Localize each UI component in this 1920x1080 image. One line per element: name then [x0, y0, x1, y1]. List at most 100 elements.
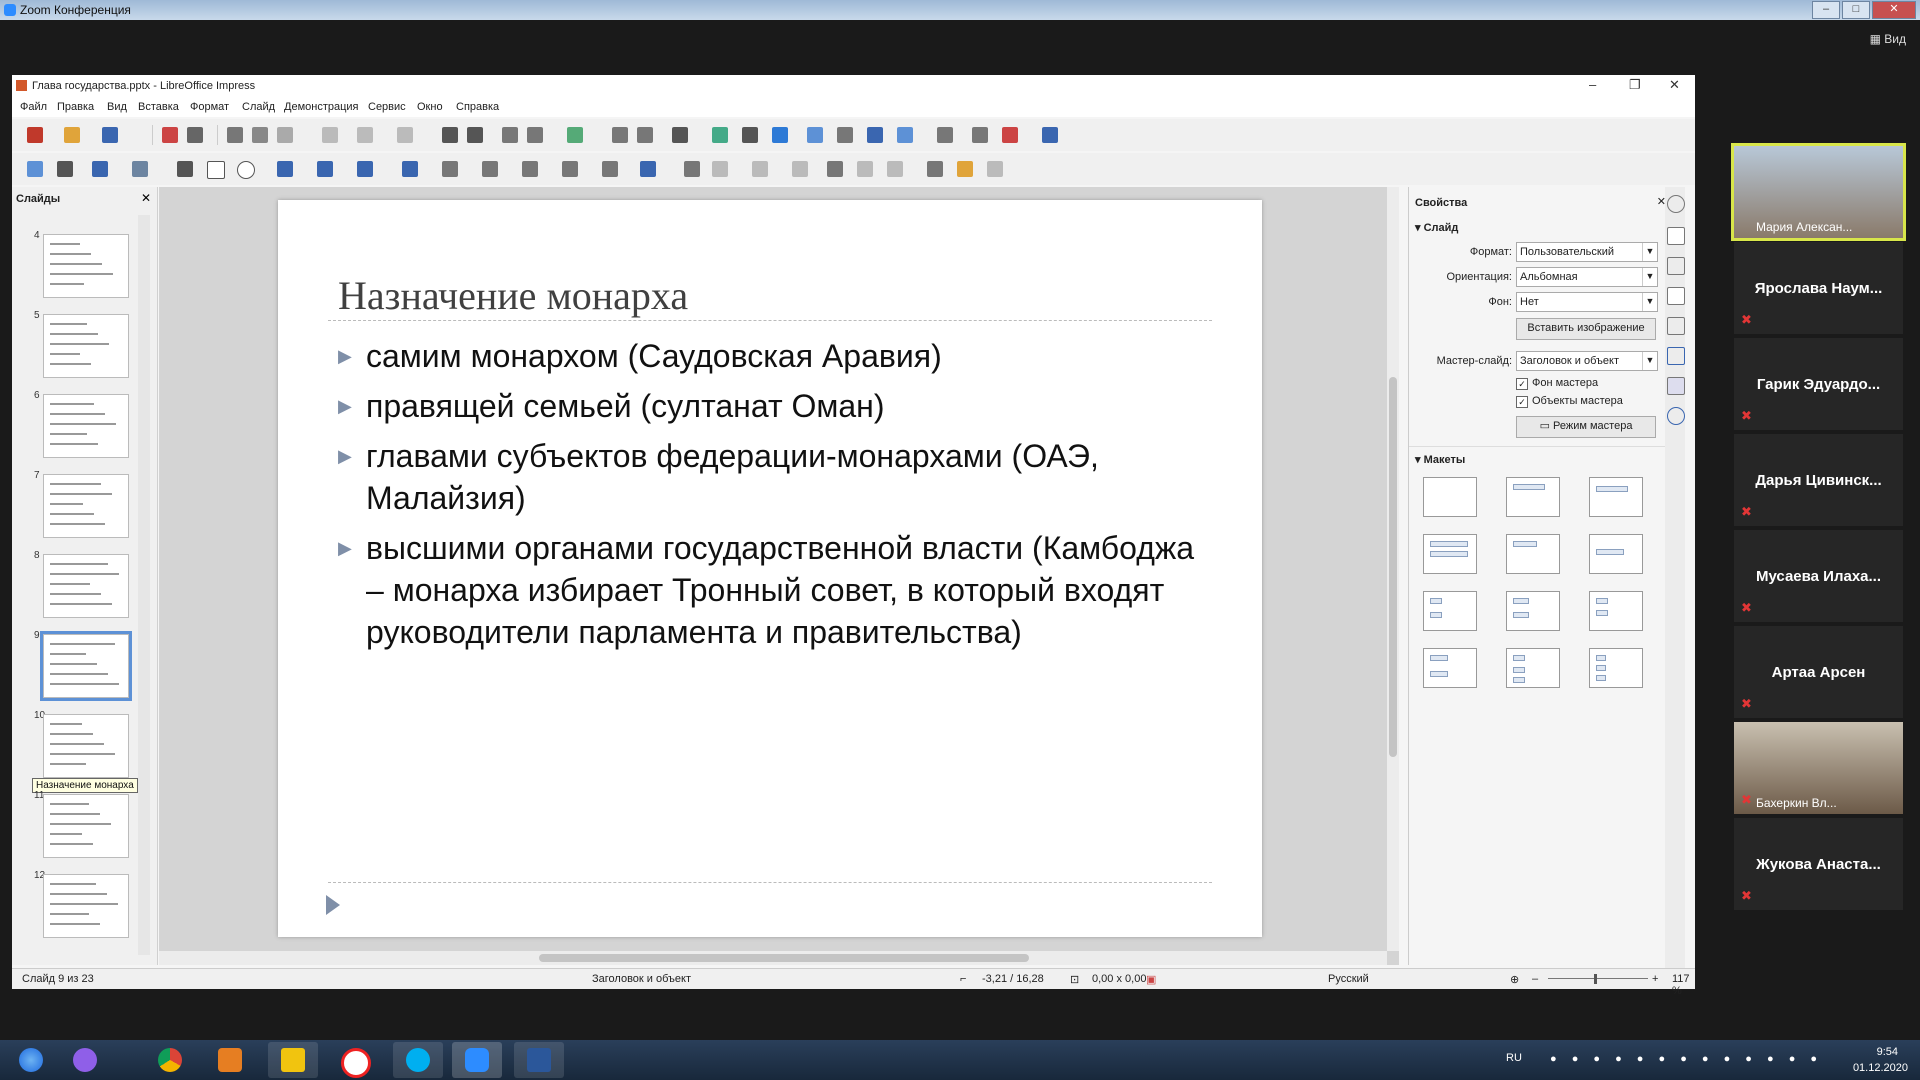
- connectors-icon[interactable]: [357, 161, 373, 177]
- maximize-button[interactable]: □: [1842, 1, 1870, 19]
- show-draw-functions-icon[interactable]: [897, 127, 913, 143]
- slide-content[interactable]: ▶ самим монархом (Саудовская Аравия) ▶ прав…: [338, 335, 1198, 661]
- layout-thumbnail[interactable]: [1506, 477, 1560, 517]
- basic-shapes-icon[interactable]: [402, 161, 418, 177]
- participant-tile[interactable]: Мусаева Илаха... ✖: [1734, 530, 1903, 622]
- undo-icon[interactable]: [357, 127, 373, 143]
- start-show-icon[interactable]: [612, 127, 628, 143]
- open-icon[interactable]: [64, 127, 80, 143]
- section-layouts[interactable]: ▾ Макеты: [1415, 453, 1465, 466]
- filter-icon[interactable]: [887, 161, 903, 177]
- clone-icon[interactable]: [322, 127, 338, 143]
- fill-color-icon[interactable]: [132, 161, 148, 177]
- settings-icon[interactable]: [1667, 195, 1685, 213]
- layout-thumbnail[interactable]: [1506, 648, 1560, 688]
- slide-bullet[interactable]: ▶ самим монархом (Саудовская Аравия): [338, 335, 1198, 377]
- new-icon[interactable]: [27, 127, 43, 143]
- layout-thumbnail[interactable]: [1423, 534, 1477, 574]
- curves-icon[interactable]: [317, 161, 333, 177]
- table-icon[interactable]: [672, 127, 688, 143]
- menu-help[interactable]: Справка: [456, 101, 499, 113]
- horizontal-scrollbar[interactable]: [159, 951, 1387, 965]
- select-icon[interactable]: [27, 161, 43, 177]
- find-replace-icon[interactable]: [442, 127, 458, 143]
- status-zoom[interactable]: 117 %: [1672, 973, 1695, 997]
- lo-minimize-button[interactable]: –: [1589, 77, 1596, 92]
- master-select[interactable]: Заголовок и объект ▼: [1516, 351, 1658, 371]
- hyperlink-icon[interactable]: [867, 127, 883, 143]
- redo-icon[interactable]: [397, 127, 413, 143]
- print-icon[interactable]: [187, 127, 203, 143]
- chart-icon[interactable]: [772, 127, 788, 143]
- spelling-icon[interactable]: [467, 127, 483, 143]
- new-slide-icon[interactable]: [637, 127, 653, 143]
- align-icon[interactable]: [712, 161, 728, 177]
- slide-thumbnail[interactable]: [43, 714, 129, 778]
- start-button[interactable]: [6, 1042, 56, 1078]
- slide-thumbnail[interactable]: [43, 394, 129, 458]
- participant-tile[interactable]: Мария Алексан...: [1731, 143, 1906, 241]
- styles-icon[interactable]: [1667, 347, 1685, 365]
- taskbar-word[interactable]: [514, 1042, 564, 1078]
- animation-icon[interactable]: [1667, 257, 1685, 275]
- menu-show[interactable]: Демонстрация: [284, 101, 359, 113]
- layout-thumbnail[interactable]: [1589, 648, 1643, 688]
- shadow-icon[interactable]: [827, 161, 843, 177]
- taskbar-skype[interactable]: [393, 1042, 443, 1078]
- background-select[interactable]: Нет ▼: [1516, 292, 1658, 312]
- paste-icon[interactable]: [277, 127, 293, 143]
- slides-scrollbar[interactable]: [138, 215, 150, 955]
- rotate-icon[interactable]: [684, 161, 700, 177]
- slide-bullet[interactable]: ▶ высшими органами государственной власти…: [338, 527, 1198, 653]
- menu-file[interactable]: Файл: [20, 101, 47, 113]
- menu-slide[interactable]: Слайд: [242, 101, 275, 113]
- slide-canvas[interactable]: Назначение монарха ▶ самим монархом (Сауд…: [278, 200, 1262, 937]
- duplicate-slide-icon[interactable]: [972, 127, 988, 143]
- zoom-out-icon[interactable]: –: [1532, 973, 1538, 985]
- zoom-in-icon[interactable]: +: [1652, 973, 1658, 985]
- cut-icon[interactable]: [227, 127, 243, 143]
- vertical-scrollbar[interactable]: [1387, 187, 1399, 951]
- taskbar-app-purple[interactable]: [60, 1042, 110, 1078]
- layout-thumbnail[interactable]: [1589, 534, 1643, 574]
- participant-tile[interactable]: Ярослава Наум... ✖: [1734, 242, 1903, 334]
- callouts-icon[interactable]: [562, 161, 578, 177]
- toggle-extrusion-icon[interactable]: [987, 161, 1003, 177]
- copy-icon[interactable]: [252, 127, 268, 143]
- menu-format[interactable]: Формат: [190, 101, 229, 113]
- lo-close-button[interactable]: ✕: [1669, 77, 1680, 93]
- navigator-icon[interactable]: [1667, 407, 1685, 425]
- close-button[interactable]: ✕: [1872, 1, 1916, 19]
- grid-toggle-icon[interactable]: [502, 127, 518, 143]
- layout-thumbnail[interactable]: [1423, 648, 1477, 688]
- master-mode-button[interactable]: ▭ Режим мастера: [1516, 416, 1656, 438]
- participant-tile[interactable]: Артаа Арсен ✖: [1734, 626, 1903, 718]
- zoom-view-button[interactable]: ▦ Вид: [1870, 32, 1906, 46]
- export-pdf-icon[interactable]: [162, 127, 178, 143]
- points-icon[interactable]: [927, 161, 943, 177]
- gallery-icon[interactable]: [1667, 377, 1685, 395]
- line-icon[interactable]: [177, 161, 193, 177]
- menu-tools[interactable]: Сервис: [368, 101, 406, 113]
- taskbar-chrome[interactable]: [145, 1042, 195, 1078]
- block-arrows-icon[interactable]: [482, 161, 498, 177]
- 3d-objects-icon[interactable]: [640, 161, 656, 177]
- slide-bullet[interactable]: ▶ правящей семьей (султанат Оман): [338, 385, 1198, 427]
- layout-thumbnail[interactable]: [1423, 477, 1477, 517]
- section-slide[interactable]: ▾ Слайд: [1415, 221, 1458, 234]
- layout-thumbnail[interactable]: [1506, 591, 1560, 631]
- symbol-shapes-icon[interactable]: [442, 161, 458, 177]
- distribute-icon[interactable]: [792, 161, 808, 177]
- zoom-pan-icon[interactable]: [57, 161, 73, 177]
- menu-window[interactable]: Окно: [417, 101, 443, 113]
- insert-image-icon[interactable]: [937, 127, 953, 143]
- status-language[interactable]: Русский: [1328, 973, 1369, 985]
- format-select[interactable]: Пользовательский ▼: [1516, 242, 1658, 262]
- slide-thumbnail[interactable]: [43, 314, 129, 378]
- status-layout[interactable]: Заголовок и объект: [592, 973, 691, 985]
- textbox-icon[interactable]: [807, 127, 823, 143]
- delete-slide-icon[interactable]: [1002, 127, 1018, 143]
- slide-bullet[interactable]: ▶ главами субъектов федерации-монархами (…: [338, 435, 1198, 519]
- slide-title[interactable]: Назначение монарха: [338, 272, 688, 319]
- ellipse-icon[interactable]: [237, 161, 255, 179]
